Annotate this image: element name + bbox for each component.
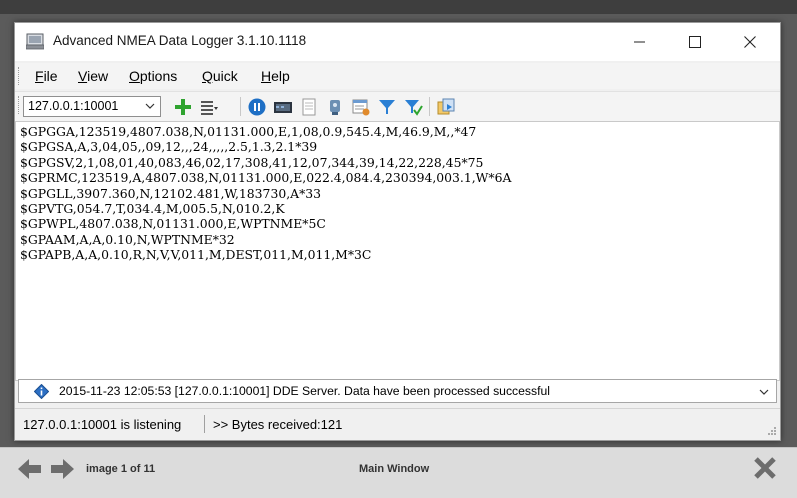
page-title: Main Window <box>359 463 430 475</box>
nmea-line: $GPVTG,054.7,T,034.4,M,005.5,N,010.2,K <box>20 201 285 217</box>
maximize-icon <box>689 36 701 48</box>
info-diamond-icon <box>34 384 49 399</box>
maximize-button[interactable] <box>672 23 718 61</box>
nmea-line: $GPWPL,4807.038,N,01131.000,E,WPTNME*5C <box>20 216 326 232</box>
nmea-line: $GPAAM,A,A,0.10,N,WPTNME*32 <box>20 231 235 247</box>
menu-view[interactable]: View <box>78 68 108 84</box>
background-top-strip <box>0 0 797 14</box>
pause-icon[interactable] <box>247 97 267 117</box>
title-bar[interactable]: Advanced NMEA Data Logger 3.1.10.1118 <box>15 23 780 61</box>
status-bar: 127.0.0.1:10001 is listening >> Bytes re… <box>15 408 780 439</box>
close-icon[interactable] <box>752 455 778 481</box>
menu-options[interactable]: Options <box>129 68 177 84</box>
status-separator <box>204 415 205 433</box>
log-select[interactable]: 2015-11-23 12:05:53 [127.0.0.1:10001] DD… <box>18 379 777 403</box>
app-window: Advanced NMEA Data Logger 3.1.10.1118 Fi… <box>14 22 781 441</box>
nmea-line: $GPGSV,2,1,08,01,40,083,46,02,17,308,41,… <box>20 154 484 170</box>
port-select[interactable]: 127.0.0.1:10001 <box>23 96 161 117</box>
nmea-line: $GPRMC,123519,A,4807.038,N,01131.000,E,0… <box>20 170 512 186</box>
nmea-line: $GPGGA,123519,4807.038,N,01131.000,E,1,0… <box>20 124 477 139</box>
page-count: image 1 of 11 <box>86 463 156 475</box>
close-button[interactable] <box>727 23 773 61</box>
menu-grip[interactable] <box>18 67 22 85</box>
nmea-line: $GPGLL,3907.360,N,12102.481,W,183730,A*3… <box>20 185 322 201</box>
export-icon[interactable] <box>436 97 456 117</box>
menu-quick[interactable]: Quick <box>202 68 238 84</box>
minimize-icon <box>634 41 645 43</box>
add-icon[interactable] <box>173 97 193 117</box>
close-icon <box>744 36 756 48</box>
monitor-icon[interactable] <box>273 97 293 117</box>
nmea-line: $GPGSA,A,3,04,05,,09,12,,,24,,,,,2.5,1.3… <box>20 139 318 155</box>
minimize-button[interactable] <box>617 23 663 61</box>
chevron-down-icon <box>145 103 155 109</box>
menu-file[interactable]: File <box>35 68 58 84</box>
arrow-right-icon[interactable] <box>50 458 74 480</box>
filter-apply-icon[interactable] <box>403 97 423 117</box>
viewer-nav-bar: image 1 of 11 Main Window <box>0 447 797 498</box>
bytes-received-status: >> Bytes received:121 <box>213 417 343 432</box>
plugin-icon[interactable] <box>325 97 345 117</box>
menu-bar: File View Options Quick Help <box>15 63 780 89</box>
listening-status: 127.0.0.1:10001 is listening <box>23 417 182 432</box>
columns-icon[interactable] <box>199 97 219 117</box>
window-title: Advanced NMEA Data Logger 3.1.10.1118 <box>53 33 307 48</box>
log-message: 2015-11-23 12:05:53 [127.0.0.1:10001] DD… <box>59 384 550 398</box>
chevron-down-icon <box>759 389 769 395</box>
toolbar-separator <box>240 97 241 116</box>
toolbar-grip[interactable] <box>18 96 22 114</box>
toolbar-separator <box>429 97 430 116</box>
arrow-left-icon[interactable] <box>18 458 42 480</box>
report-icon[interactable] <box>351 97 371 117</box>
filter-icon[interactable] <box>377 97 397 117</box>
document-icon[interactable] <box>299 97 319 117</box>
menu-help[interactable]: Help <box>261 68 290 84</box>
app-logo-icon <box>26 33 44 50</box>
nmea-line: $GPAPB,A,A,0.10,R,N,V,V,011,M,DEST,011,M… <box>20 247 372 263</box>
toolbar: 127.0.0.1:10001 <box>15 91 780 121</box>
nmea-data-text: $GPGGA,123519,4807.038,N,01131.000,E,1,0… <box>20 124 511 263</box>
port-select-value: 127.0.0.1:10001 <box>28 99 119 113</box>
resize-grip-icon[interactable] <box>766 425 776 435</box>
nmea-data-area[interactable]: $GPGGA,123519,4807.038,N,01131.000,E,1,0… <box>15 121 780 381</box>
